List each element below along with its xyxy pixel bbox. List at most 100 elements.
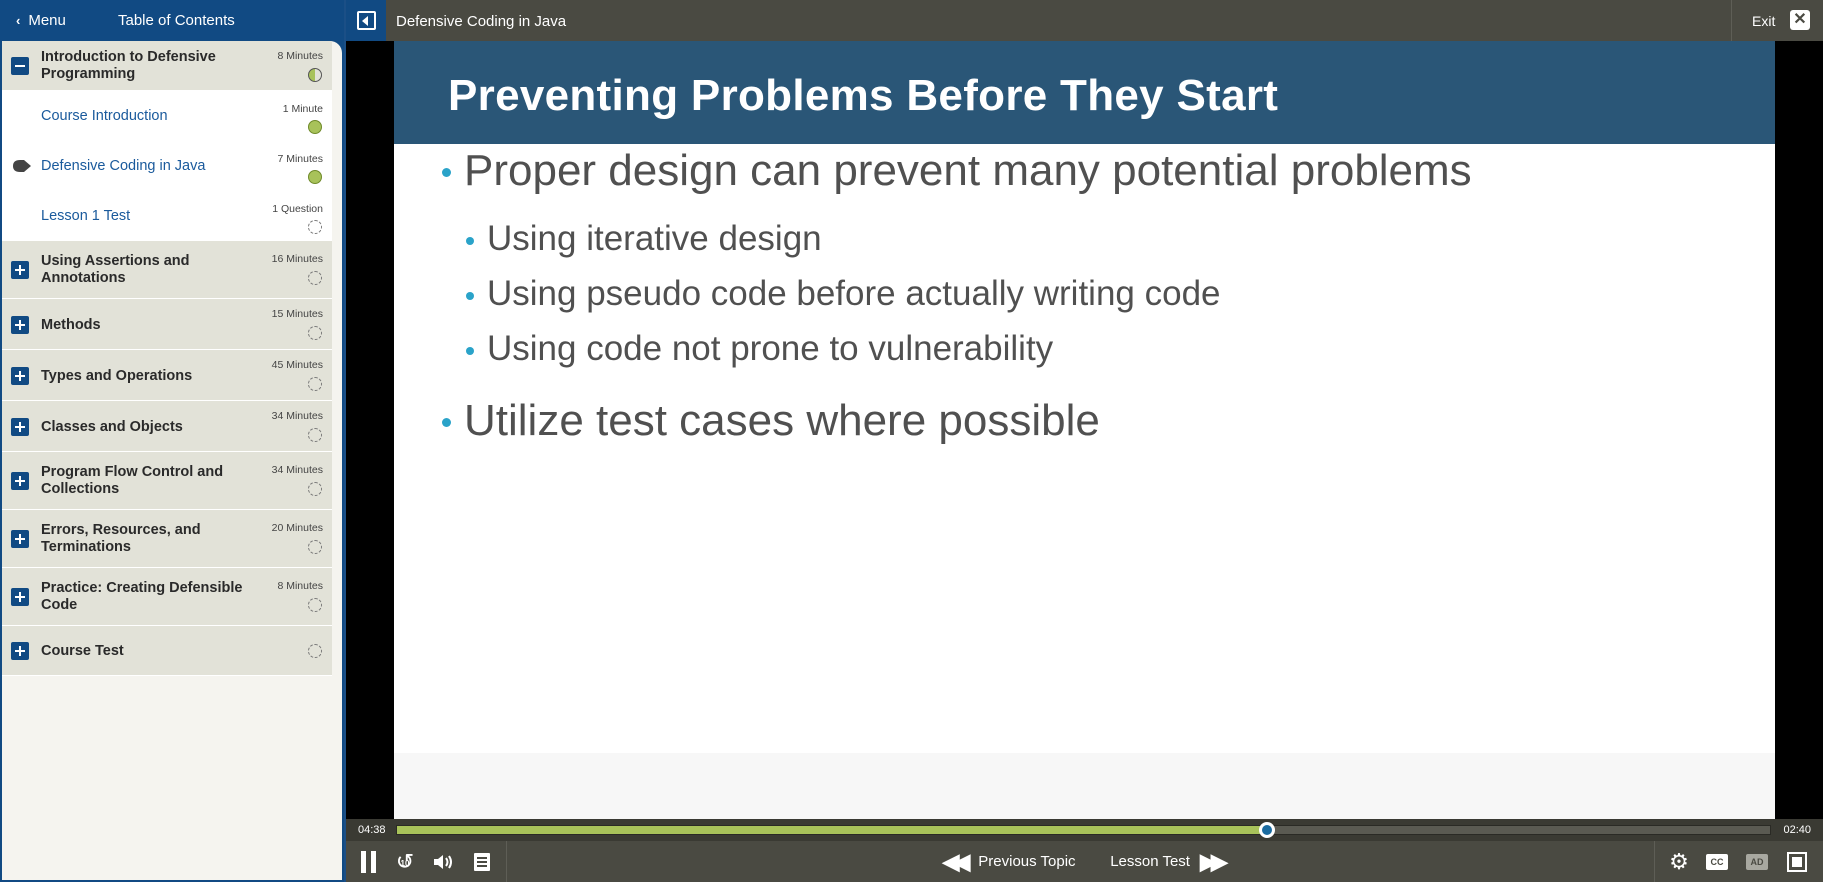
lesson-duration: 1 Question bbox=[272, 203, 323, 215]
expand-icon[interactable] bbox=[11, 530, 29, 548]
sidebar-header: ‹ Menu Table of Contents bbox=[0, 0, 344, 41]
transcript-button[interactable] bbox=[468, 841, 496, 882]
ad-icon: AD bbox=[1746, 853, 1768, 870]
section-title: Introduction to Defensive Programming bbox=[41, 49, 216, 82]
next-label: Lesson Test bbox=[1110, 853, 1190, 870]
slide-sub-bullet: Using code not prone to vulnerability bbox=[466, 329, 1054, 369]
settings-button[interactable]: ⚙ bbox=[1664, 841, 1694, 882]
fullscreen-button[interactable] bbox=[1782, 841, 1812, 882]
section-duration: 20 Minutes bbox=[271, 522, 323, 534]
next-lesson-test-button[interactable]: Lesson Test ▶▶ bbox=[1106, 841, 1228, 882]
progress-row: 04:38 02:40 bbox=[346, 819, 1823, 841]
section-title: Methods bbox=[41, 317, 101, 333]
player-controls: ↺ 10 ◀◀ Previous Topic Lesson Test ▶▶ ⚙ … bbox=[346, 841, 1823, 882]
section-title: Types and Operations bbox=[41, 368, 193, 384]
slide-footer bbox=[394, 753, 1775, 819]
lesson-title: Lesson 1 Test bbox=[41, 208, 131, 224]
toc-panel: Introduction to Defensive Programming 8 … bbox=[2, 41, 342, 880]
seek-bar[interactable] bbox=[396, 822, 1771, 838]
cc-icon: CC bbox=[1706, 853, 1728, 870]
closed-captions-button[interactable]: CC bbox=[1702, 841, 1732, 882]
time-remaining: 02:40 bbox=[1783, 824, 1811, 836]
lesson-duration: 7 Minutes bbox=[277, 153, 323, 165]
progress-complete-icon bbox=[308, 170, 322, 184]
toc-section-assertions[interactable]: Using Assertions and Annotations 16 Minu… bbox=[2, 241, 332, 299]
toc-title: Table of Contents bbox=[118, 12, 235, 29]
menu-button[interactable]: ‹ Menu bbox=[16, 12, 66, 29]
transcript-icon bbox=[474, 852, 490, 871]
lesson-duration: 1 Minute bbox=[282, 103, 323, 115]
current-lesson-marker-icon bbox=[13, 160, 31, 172]
expand-icon[interactable] bbox=[11, 472, 29, 490]
toc-section-methods[interactable]: Methods 15 Minutes bbox=[2, 299, 332, 350]
bullet-text: Using pseudo code before actually writin… bbox=[487, 274, 1221, 313]
expand-icon[interactable] bbox=[11, 316, 29, 334]
section-title: Classes and Objects bbox=[41, 419, 183, 435]
toc-section-classes[interactable]: Classes and Objects 34 Minutes bbox=[2, 401, 332, 452]
previous-topic-button[interactable]: ◀◀ Previous Topic bbox=[934, 841, 1084, 882]
expand-icon[interactable] bbox=[11, 261, 29, 279]
section-title: Errors, Resources, and Terminations bbox=[41, 522, 201, 555]
menu-label: Menu bbox=[28, 12, 66, 29]
toc-section-introduction[interactable]: Introduction to Defensive Programming 8 … bbox=[2, 41, 332, 91]
rewind-10-button[interactable]: ↺ 10 bbox=[390, 841, 420, 882]
progress-empty-icon bbox=[308, 428, 322, 442]
section-duration: 8 Minutes bbox=[277, 50, 323, 62]
expand-icon[interactable] bbox=[11, 418, 29, 436]
expand-icon[interactable] bbox=[11, 588, 29, 606]
expand-icon[interactable] bbox=[11, 642, 29, 660]
toc-lesson-course-introduction[interactable]: Course Introduction 1 Minute bbox=[2, 91, 332, 141]
progress-empty-icon bbox=[308, 326, 322, 340]
toc-section-program-flow[interactable]: Program Flow Control and Collections 34 … bbox=[2, 452, 332, 510]
bullet-text: Using code not prone to vulnerability bbox=[487, 329, 1054, 368]
collapse-sidebar-button[interactable] bbox=[346, 0, 386, 41]
slide-sub-bullet: Using iterative design bbox=[466, 219, 822, 259]
sidebar: ‹ Menu Table of Contents Introduction to… bbox=[0, 0, 344, 882]
video-player[interactable]: Preventing Problems Before They Start Pr… bbox=[346, 41, 1823, 819]
progress-empty-icon bbox=[308, 540, 322, 554]
progress-empty-icon bbox=[308, 271, 322, 285]
slide: Preventing Problems Before They Start Pr… bbox=[394, 41, 1775, 819]
divider bbox=[506, 841, 507, 882]
bullet-dot bbox=[466, 347, 474, 355]
volume-button[interactable] bbox=[430, 841, 458, 882]
section-duration: 34 Minutes bbox=[271, 464, 323, 476]
section-duration: 45 Minutes bbox=[271, 359, 323, 371]
bullet-text: Using iterative design bbox=[487, 219, 822, 258]
bullet-dot bbox=[466, 292, 474, 300]
divider bbox=[1654, 841, 1655, 882]
seek-bar-fill bbox=[397, 826, 1268, 834]
section-title: Practice: Creating Defensible Code bbox=[41, 580, 243, 613]
previous-topic-label: Previous Topic bbox=[978, 853, 1076, 870]
toc-section-course-test[interactable]: Course Test bbox=[2, 626, 332, 676]
audio-description-button[interactable]: AD bbox=[1742, 841, 1772, 882]
bullet-dot bbox=[442, 168, 451, 177]
progress-complete-icon bbox=[308, 120, 322, 134]
seek-handle[interactable] bbox=[1259, 822, 1276, 838]
toc-section-types[interactable]: Types and Operations 45 Minutes bbox=[2, 350, 332, 401]
slide-sub-bullet: Using pseudo code before actually writin… bbox=[466, 274, 1221, 314]
exit-button[interactable]: Exit ✕ bbox=[1731, 0, 1823, 41]
collapse-icon[interactable] bbox=[11, 57, 29, 75]
fullscreen-icon bbox=[1787, 851, 1807, 872]
toc-lesson-lesson-1-test[interactable]: Lesson 1 Test 1 Question bbox=[2, 191, 332, 241]
section-duration: 15 Minutes bbox=[271, 308, 323, 320]
section-title: Course Test bbox=[41, 643, 124, 659]
pause-button[interactable] bbox=[356, 841, 380, 882]
toc-section-practice[interactable]: Practice: Creating Defensible Code 8 Min… bbox=[2, 568, 332, 626]
volume-icon bbox=[434, 854, 452, 869]
time-elapsed: 04:38 bbox=[358, 824, 386, 836]
chevron-left-icon: ‹ bbox=[16, 13, 21, 28]
close-icon: ✕ bbox=[1790, 10, 1810, 30]
section-duration: 8 Minutes bbox=[277, 580, 323, 592]
pause-icon bbox=[360, 850, 366, 873]
bullet-text: Proper design can prevent many potential… bbox=[464, 146, 1472, 195]
expand-icon[interactable] bbox=[11, 367, 29, 385]
section-duration: 34 Minutes bbox=[271, 410, 323, 422]
toc-lesson-defensive-coding[interactable]: Defensive Coding in Java 7 Minutes bbox=[2, 141, 332, 191]
double-chevron-right-icon: ▶▶ bbox=[1199, 848, 1228, 874]
player-topbar: Defensive Coding in Java Exit ✕ bbox=[346, 0, 1823, 41]
gear-icon: ⚙ bbox=[1669, 848, 1689, 874]
toc-section-errors[interactable]: Errors, Resources, and Terminations 20 M… bbox=[2, 510, 332, 568]
video-title: Defensive Coding in Java bbox=[396, 13, 567, 30]
